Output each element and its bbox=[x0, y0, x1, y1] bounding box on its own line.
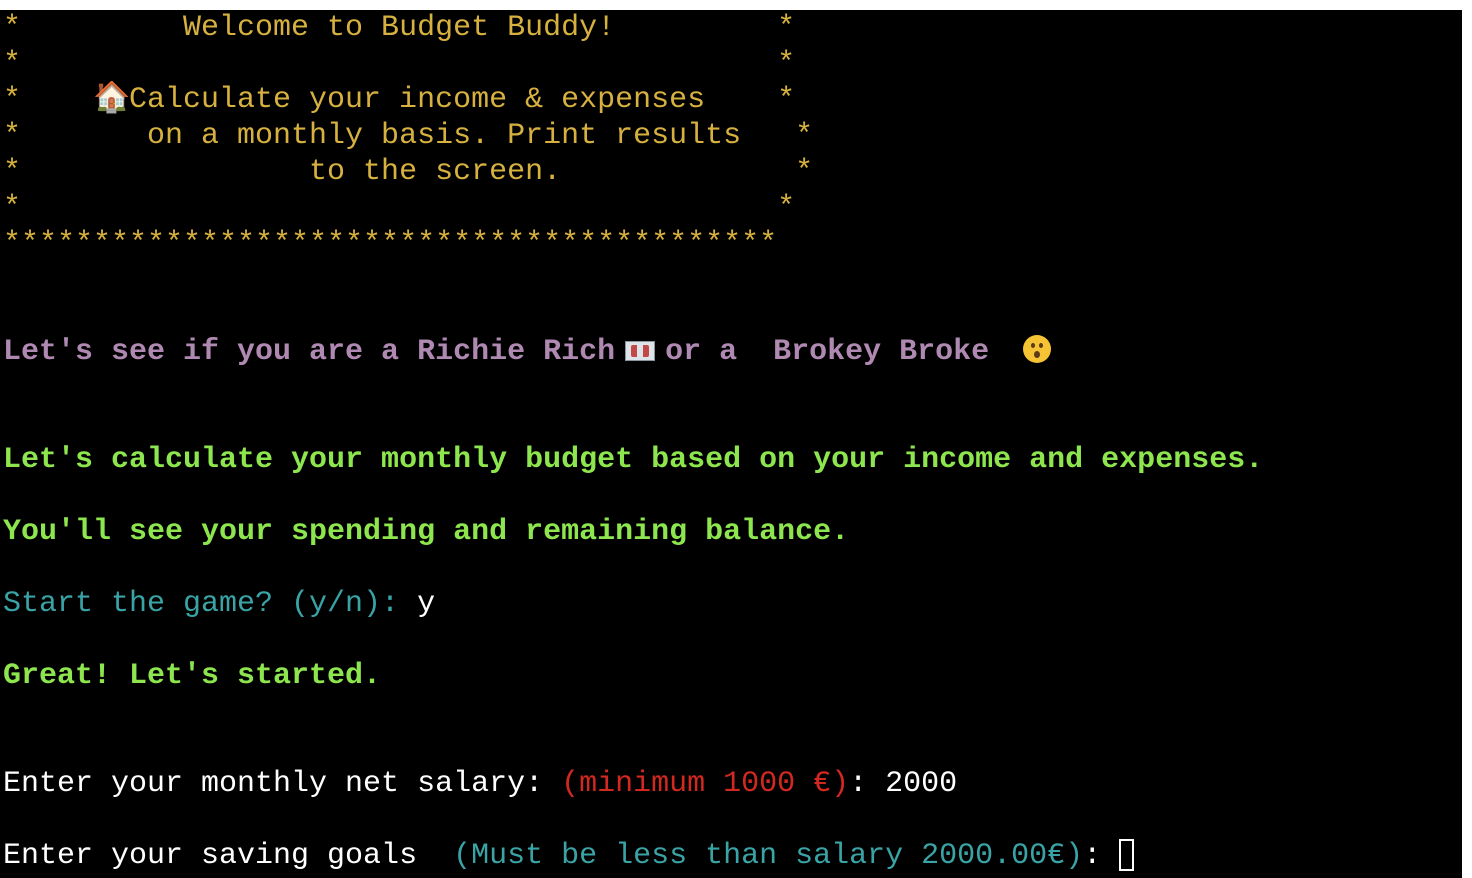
banner-title-line: * Welcome to Budget Buddy! * bbox=[3, 11, 796, 45]
salary-prompt-line: Enter your monthly net salary: (minimum … bbox=[3, 766, 957, 802]
salary-prompt-label: Enter your monthly net salary: bbox=[3, 767, 562, 801]
banner-blank-line: * * bbox=[3, 47, 796, 81]
banner-blank-line-2: * * bbox=[3, 191, 796, 225]
banner-border-left: * bbox=[3, 83, 94, 117]
saving-limit-hint: (Must be less than salary 2000.00€) bbox=[453, 839, 1084, 873]
start-prompt-line: Start the game? (y/n): y bbox=[3, 586, 435, 622]
house-icon: 🏠 bbox=[93, 83, 131, 117]
banner-bottom-border: ****************************************… bbox=[3, 227, 778, 261]
banner-description-line-2: * on a monthly basis. Print results * bbox=[3, 119, 814, 153]
terminal-window[interactable]: * Welcome to Budget Buddy! * * * * 🏠Calc… bbox=[0, 10, 1462, 878]
salary-minimum-hint: (minimum 1000 €) bbox=[561, 767, 850, 801]
start-reply-line: Great! Let's started. bbox=[3, 659, 382, 693]
intro-line-2: You'll see your spending and remaining b… bbox=[3, 515, 850, 549]
intro-line-1: Let's calculate your monthly budget base… bbox=[3, 443, 1264, 477]
tagline-line: Let's see if you are a Richie Rich or a B… bbox=[3, 334, 1052, 370]
astonished-face-icon bbox=[1023, 335, 1052, 363]
saving-prompt-label: Enter your saving goals bbox=[3, 839, 454, 873]
banner-description-line-3: * to the screen. * bbox=[3, 155, 814, 189]
tagline-brokey-broke: or a Brokey Broke bbox=[665, 335, 990, 369]
tagline-richie-rich: Let's see if you are a Richie Rich bbox=[3, 335, 616, 369]
saving-prompt-suffix: : bbox=[1083, 839, 1102, 873]
start-prompt-answer: y bbox=[417, 587, 436, 621]
saving-prompt-line: Enter your saving goals (Must be less th… bbox=[3, 838, 1135, 874]
ticket-icon bbox=[625, 341, 656, 361]
start-prompt-label: Start the game? (y/n): bbox=[3, 587, 418, 621]
text-cursor[interactable] bbox=[1119, 839, 1135, 871]
banner-description-text-1: Calculate your income & expenses * bbox=[129, 83, 796, 117]
banner-description-line-1: * 🏠Calculate your income & expenses * bbox=[3, 82, 795, 118]
salary-prompt-suffix: : bbox=[849, 767, 886, 801]
salary-input-value: 2000 bbox=[885, 767, 958, 801]
